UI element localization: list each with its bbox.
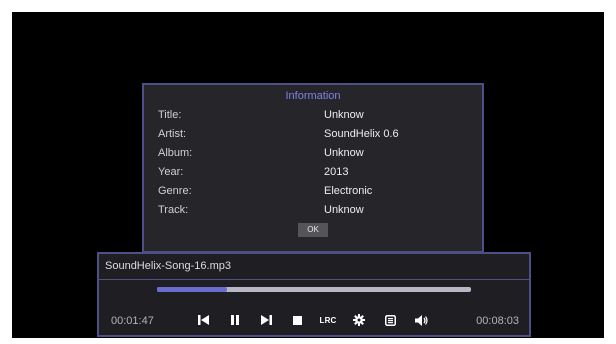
info-row-title: Title: Unknow bbox=[144, 107, 482, 126]
dialog-title: Information bbox=[285, 90, 341, 102]
playlist-icon bbox=[384, 314, 396, 326]
info-label: Album: bbox=[158, 147, 193, 159]
information-dialog: Information Title: Unknow Artist: SoundH… bbox=[142, 83, 484, 253]
info-label: Track: bbox=[158, 204, 189, 216]
info-value: Unknow bbox=[324, 109, 364, 121]
pause-icon bbox=[231, 315, 239, 325]
stop-button[interactable] bbox=[289, 312, 305, 328]
info-value: 2013 bbox=[324, 166, 349, 178]
info-value: Unknow bbox=[324, 147, 364, 159]
info-row-artist: Artist: SoundHelix 0.6 bbox=[144, 126, 482, 145]
info-row-album: Album: Unknow bbox=[144, 145, 482, 164]
lrc-button[interactable]: LRC bbox=[319, 312, 337, 328]
stop-icon bbox=[292, 315, 302, 325]
previous-button[interactable] bbox=[196, 312, 212, 328]
settings-button[interactable] bbox=[351, 312, 367, 328]
volume-button[interactable] bbox=[413, 312, 429, 328]
volume-icon bbox=[414, 314, 428, 326]
lrc-label: LRC bbox=[319, 315, 337, 325]
total-time: 00:08:03 bbox=[476, 315, 519, 327]
next-icon bbox=[261, 315, 272, 325]
elapsed-time: 00:01:47 bbox=[111, 315, 154, 327]
tv-screen: Information Title: Unknow Artist: SoundH… bbox=[12, 12, 604, 338]
info-row-year: Year: 2013 bbox=[144, 164, 482, 183]
info-row-genre: Genre: Electronic bbox=[144, 183, 482, 202]
settings-icon bbox=[353, 314, 365, 326]
info-value: Electronic bbox=[324, 185, 373, 197]
song-name: SoundHelix-Song-16.mp3 bbox=[105, 260, 231, 272]
progress-bar[interactable] bbox=[157, 287, 471, 292]
info-label: Genre: bbox=[158, 185, 192, 197]
info-label: Title: bbox=[158, 109, 182, 121]
next-button[interactable] bbox=[258, 312, 274, 328]
song-title-bar: SoundHelix-Song-16.mp3 bbox=[99, 254, 529, 280]
progress-fill bbox=[157, 287, 227, 292]
info-rows: Title: Unknow Artist: SoundHelix 0.6 Alb… bbox=[144, 107, 482, 221]
playback-controls: LRC bbox=[196, 312, 444, 328]
playlist-button[interactable] bbox=[382, 312, 398, 328]
info-label: Year: bbox=[158, 166, 184, 178]
info-value: SoundHelix 0.6 bbox=[324, 128, 399, 140]
previous-icon bbox=[198, 315, 209, 325]
ok-button[interactable]: OK bbox=[298, 223, 328, 237]
info-row-track: Track: Unknow bbox=[144, 202, 482, 221]
info-value: Unknow bbox=[324, 204, 364, 216]
pause-button[interactable] bbox=[227, 312, 243, 328]
info-label: Artist: bbox=[158, 128, 187, 140]
music-player-bar: SoundHelix-Song-16.mp3 00:01:47 LRC 00:0… bbox=[97, 252, 531, 337]
